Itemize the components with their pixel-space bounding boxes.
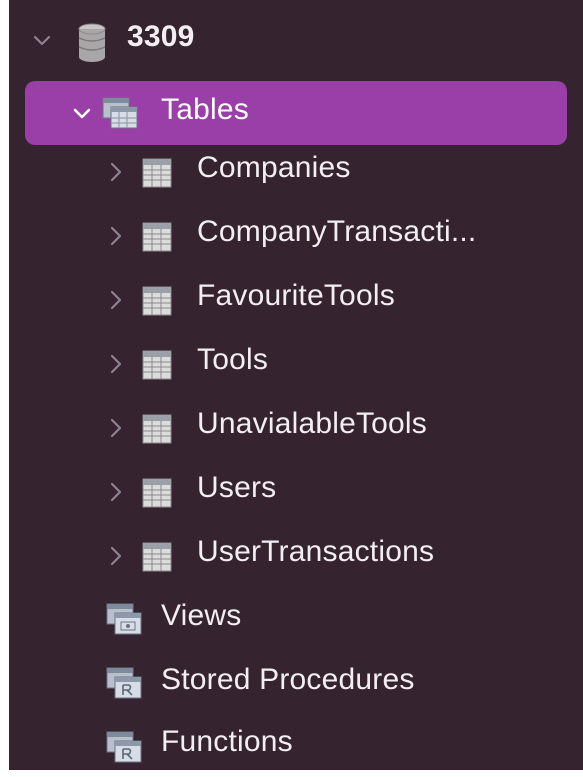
functions-group-row[interactable]: Functions xyxy=(9,713,583,777)
chevron-right-icon[interactable] xyxy=(109,225,123,247)
table-label: FavouriteTools xyxy=(197,279,395,312)
tables-group-row[interactable]: Tables xyxy=(9,81,583,145)
table-icon xyxy=(142,286,172,316)
stored-procedures-group-label: Stored Procedures xyxy=(161,663,415,696)
table-row[interactable]: Users xyxy=(9,457,583,521)
table-row[interactable]: CompanyTransacti... xyxy=(9,201,583,265)
table-icon xyxy=(142,222,172,252)
functions-group-label: Functions xyxy=(161,725,293,758)
table-label: UnavialableTools xyxy=(197,407,428,440)
chevron-right-icon[interactable] xyxy=(109,545,123,567)
chevron-right-icon[interactable] xyxy=(109,481,123,503)
tables-group-label: Tables xyxy=(161,93,249,126)
table-icon xyxy=(142,414,172,444)
table-label: Tools xyxy=(197,343,269,376)
connection-row[interactable]: 3309 xyxy=(9,8,583,72)
connection-name: 3309 xyxy=(127,20,195,53)
table-label: CompanyTransacti... xyxy=(197,215,477,248)
chevron-right-icon[interactable] xyxy=(109,353,123,375)
table-row[interactable]: UnavialableTools xyxy=(9,393,583,457)
chevron-right-icon[interactable] xyxy=(109,161,123,183)
table-row[interactable]: Companies xyxy=(9,137,583,201)
table-icon xyxy=(142,478,172,508)
table-row[interactable]: UserTransactions xyxy=(9,521,583,585)
stored-procedures-folder-icon xyxy=(105,665,143,701)
database-sidebar: 3309 Tables Companies CompanyTransacti..… xyxy=(9,0,583,770)
table-label: Users xyxy=(197,471,277,504)
table-label: UserTransactions xyxy=(197,535,435,568)
database-icon xyxy=(77,22,107,62)
stored-procedures-group-row[interactable]: Stored Procedures xyxy=(9,649,583,713)
table-row[interactable]: FavouriteTools xyxy=(9,265,583,329)
chevron-right-icon[interactable] xyxy=(109,417,123,439)
chevron-down-icon[interactable] xyxy=(71,103,93,125)
table-icon xyxy=(142,542,172,572)
views-folder-icon xyxy=(105,601,143,637)
table-icon xyxy=(142,158,172,188)
table-icon xyxy=(142,350,172,380)
chevron-down-icon[interactable] xyxy=(31,30,53,52)
views-group-row[interactable]: Views xyxy=(9,585,583,649)
functions-folder-icon xyxy=(105,729,143,765)
chevron-right-icon[interactable] xyxy=(109,289,123,311)
table-row[interactable]: Tools xyxy=(9,329,583,393)
table-label: Companies xyxy=(197,151,351,184)
tables-folder-icon xyxy=(101,95,139,131)
views-group-label: Views xyxy=(161,599,242,632)
